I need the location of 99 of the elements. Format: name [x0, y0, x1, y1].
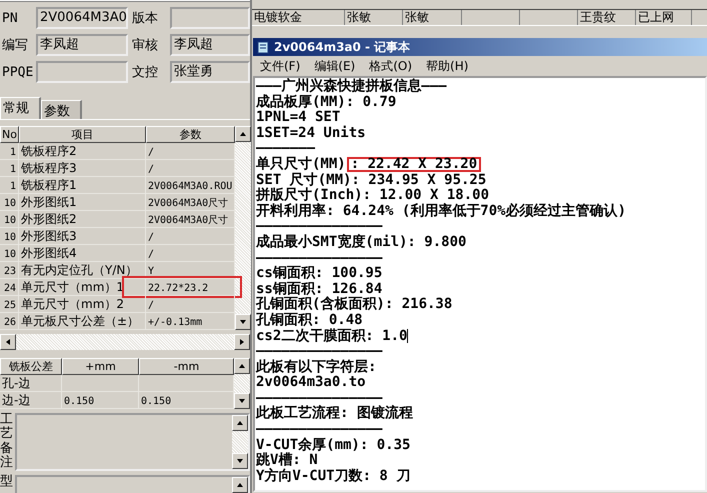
text-line: ———————————————	[256, 422, 382, 438]
text-line: SET 尺寸(MM): 234.95 X 95.25	[256, 172, 486, 188]
menu-item[interactable]: 格式(O)	[368, 58, 414, 74]
table-cell: 外形图纸2	[19, 211, 146, 228]
text-line: V-CUT余厚(mm): 0.35	[256, 438, 410, 453]
vertical-scrollbar[interactable]	[235, 126, 252, 330]
field-label: PPQE	[2, 64, 32, 80]
text-line: 2v0064m3a0.to	[256, 375, 366, 391]
tab[interactable]: 常规	[0, 97, 41, 119]
table-cell: 10	[0, 194, 19, 211]
column-header[interactable]: +mm	[62, 358, 139, 375]
text-line: ———————————————	[256, 390, 382, 406]
text-line: 成品板厚(MM): 0.79	[256, 94, 396, 110]
memo-field[interactable]	[15, 413, 250, 471]
text-line: cs铜面积: 100.95	[256, 266, 382, 282]
text-line: 1SET=24 Units	[256, 126, 366, 142]
memo-label: 工艺备注	[0, 413, 13, 471]
text-field[interactable]: 李凤超	[36, 34, 128, 56]
text-line: 成品最小SMT宽度(mil): 9.800	[256, 234, 466, 251]
text-line: 孔铜面积(含板面积): 216.38	[256, 297, 452, 312]
table-cell: 1	[0, 160, 19, 177]
table-cell: 26	[0, 313, 19, 330]
table-cell: 24	[0, 279, 19, 296]
table-cell: 铣板程序2	[19, 143, 146, 160]
text-line: Y方向V-CUT刀数: 8 刀	[256, 468, 410, 484]
text-line: ss铜面积: 126.84	[256, 282, 382, 297]
memo-label: 型	[0, 475, 13, 491]
table-cell: 边-边	[0, 392, 62, 409]
up-arrow-icon	[236, 419, 244, 427]
text-line: ———广州兴森快捷拼板信息———	[256, 79, 447, 94]
horizontal-scrollbar[interactable]	[0, 334, 250, 350]
table-cell: 电镀软金	[252, 10, 345, 25]
menu-item[interactable]: 编辑(E)	[313, 58, 356, 74]
column-header[interactable]: -mm	[139, 358, 234, 375]
text-line: 单只尺寸(MM)	[256, 156, 346, 172]
text-field[interactable]: 2V0064M3A0	[36, 7, 128, 29]
down-arrow-icon	[239, 318, 248, 326]
text-line: ———————————————	[256, 250, 382, 266]
text-line: 此板有以下字符层:	[256, 360, 376, 376]
window-title-text: 2v0064m3a0 - 记事本	[274, 38, 410, 56]
up-arrow-icon	[236, 481, 244, 489]
table-cell: 孔-边	[0, 375, 62, 392]
menu-item[interactable]: 文件(F)	[259, 58, 302, 74]
text-field[interactable]: 张堂勇	[170, 61, 250, 83]
text-field[interactable]	[36, 61, 128, 83]
table-cell: 1	[0, 143, 19, 160]
text-line: 开料利用率: 64.24% (利用率低于70%必须经过主管确认)	[256, 204, 626, 220]
column-header[interactable]: 铣板公差	[0, 358, 62, 375]
table-cell: 外形图纸4	[19, 245, 146, 262]
column-header[interactable]: No	[0, 126, 19, 143]
highlighted-text: : 22.42 X 23.20	[346, 157, 482, 172]
text-field[interactable]: 李凤超	[170, 34, 250, 56]
text-line: 孔铜面积: 0.48	[256, 312, 363, 328]
field-label: PN	[2, 10, 19, 26]
table-cell: 铣板程序1	[19, 177, 146, 194]
column-header[interactable]: 参数	[146, 126, 236, 143]
table-cell: 25	[0, 296, 19, 313]
right-arrow-icon	[238, 338, 246, 346]
text-line: 拼版尺寸(Inch): 12.00 X 18.00	[256, 188, 490, 204]
text-line: ———————	[256, 141, 316, 156]
vertical-scrollbar[interactable]	[234, 358, 250, 409]
text-line: 此板工艺流程: 图镀流程	[256, 406, 413, 422]
table-cell: 1	[0, 177, 19, 194]
field-label: 编写	[2, 37, 29, 54]
text-editor[interactable]	[253, 76, 707, 492]
menu-item[interactable]: 帮助(H)	[425, 58, 470, 74]
table-cell: 外形图纸1	[19, 194, 146, 211]
vertical-scrollbar[interactable]	[232, 415, 248, 469]
field-label: 文控	[132, 64, 159, 81]
left-arrow-icon	[4, 338, 12, 346]
table-cell: 张敏	[403, 10, 462, 25]
text-line: ———————————————	[256, 219, 382, 234]
text-line: 1PNL=4 SET	[256, 110, 340, 126]
field-label: 审核	[132, 37, 159, 54]
table-cell: 单元尺寸（mm）2	[19, 296, 146, 313]
table-cell: 有无内定位孔（Y/N）	[19, 262, 146, 279]
text-line: cs2二次干膜面积: 1.0	[256, 328, 408, 344]
up-arrow-icon	[238, 362, 246, 370]
table-cell: 已上网	[636, 10, 692, 25]
down-arrow-icon	[236, 457, 244, 465]
column-header[interactable]: 项目	[19, 126, 146, 143]
table-cell: 单元板尺寸公差（±）	[19, 313, 146, 330]
table-cell: 10	[0, 245, 19, 262]
table-cell: 铣板程序3	[19, 160, 146, 177]
field-label: 版本	[132, 10, 159, 27]
table-cell: 张敏	[345, 10, 403, 25]
text-line: ———————————————	[256, 344, 382, 360]
tab[interactable]: 参数	[41, 100, 82, 119]
table-cell: 王贵纹	[578, 10, 636, 25]
table-cell: 23	[0, 262, 19, 279]
table-cell: 0.150	[62, 392, 139, 409]
table-cell: 10	[0, 211, 19, 228]
table-cell: 10	[0, 228, 19, 245]
text-line: 跳V槽: N	[256, 453, 318, 468]
text-field[interactable]	[170, 7, 250, 29]
table-cell: 外形图纸3	[19, 228, 146, 245]
up-arrow-icon	[239, 130, 248, 138]
down-arrow-icon	[238, 397, 246, 405]
notepad-icon	[256, 40, 270, 54]
